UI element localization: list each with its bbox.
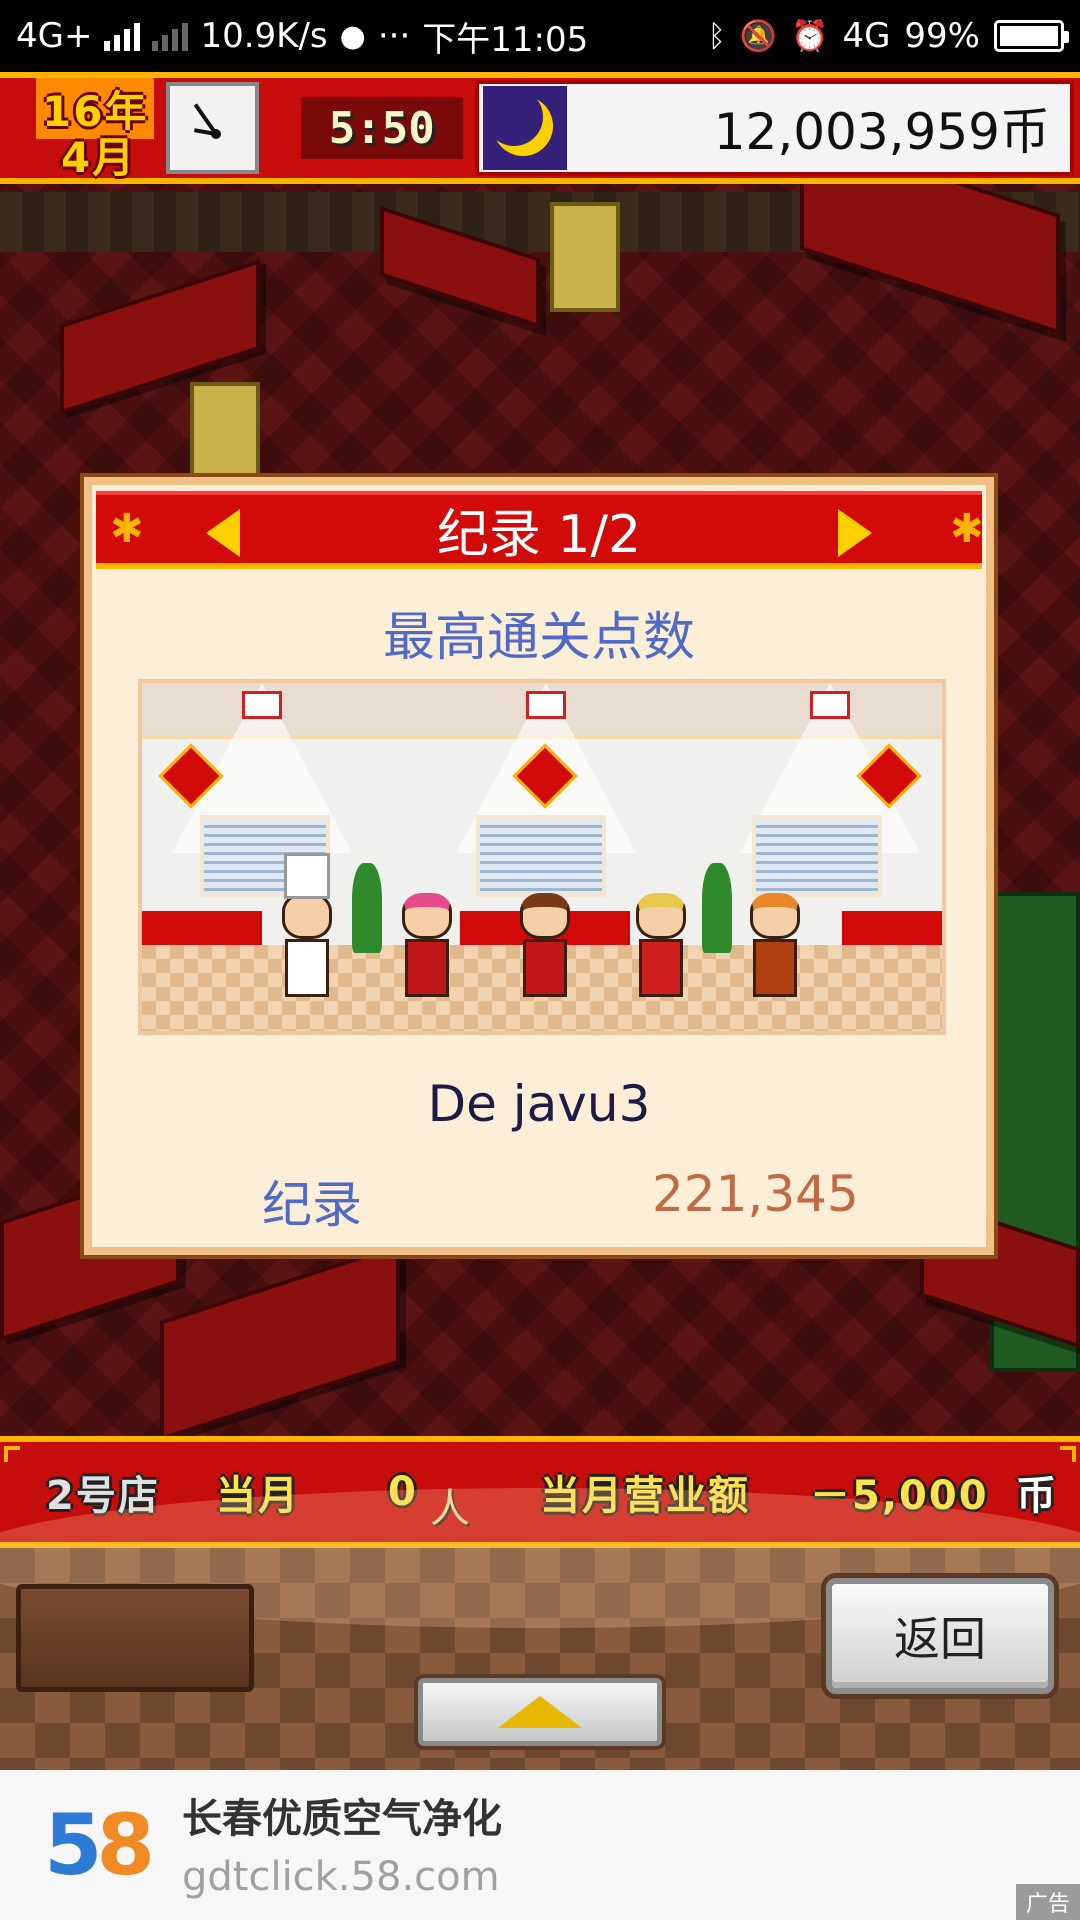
- player-name: De javu3: [427, 1075, 651, 1133]
- empty-slot: [16, 1584, 254, 1692]
- status-time: 下午11:05: [422, 19, 589, 60]
- back-button[interactable]: 返回: [826, 1578, 1054, 1694]
- battery-percent: 99%: [904, 16, 980, 56]
- chinese-knot-icon: ✱: [110, 506, 144, 552]
- signal-icon: [104, 21, 141, 51]
- game-time-box: 5:50: [300, 97, 463, 159]
- month-unit: 月: [92, 133, 137, 182]
- ad-banner[interactable]: 58 长春优质空气净化 gdtclick.58.com 广告: [0, 1770, 1080, 1920]
- scene-statue: [550, 202, 620, 312]
- network-type-2: 4G: [842, 16, 891, 56]
- up-arrow-icon: [498, 1696, 582, 1728]
- month-value: 4: [61, 133, 93, 182]
- alarm-icon: ⏰: [791, 18, 829, 54]
- battery-icon: [994, 20, 1069, 52]
- money-display: 12,003,959币: [474, 80, 1074, 176]
- records-dialog: ✱ 纪录 1/2 ✱ 最高通关点数 De javu3 纪录 221,345: [84, 477, 994, 1255]
- bluetooth-icon: ᛒ: [707, 18, 726, 54]
- coin-unit: 币: [1016, 1473, 1058, 1519]
- dialog-header: ✱ 纪录 1/2 ✱: [96, 491, 984, 569]
- clock-icon: [166, 82, 259, 174]
- wechat-icon: ●: [339, 18, 366, 54]
- record-value: 221,345: [652, 1165, 859, 1223]
- moon-icon: [482, 86, 567, 170]
- prev-page-arrow-icon[interactable]: [206, 509, 240, 557]
- record-category: 最高通关点数: [382, 608, 695, 668]
- record-label: 纪录: [262, 1176, 362, 1234]
- record-scene-image: [138, 679, 946, 1035]
- status-bar: 4G+ 10.9K/s ● ··· 下午11:05 ᛒ 🔕 ⏰ 4G 99%: [0, 0, 1080, 72]
- staff-character: [520, 893, 570, 1013]
- network-speed: 10.9K/s: [200, 16, 328, 56]
- signal-2-icon: [152, 21, 189, 51]
- top-hud: 16年 4月 5:50 12,003,959币: [0, 72, 1080, 184]
- money-value: 12,003,959币: [713, 103, 1050, 161]
- ad-url[interactable]: gdtclick.58.com: [182, 1854, 500, 1900]
- staff-character: [636, 893, 686, 1013]
- network-type: 4G+: [16, 16, 93, 56]
- scene-table: [160, 1243, 400, 1440]
- staff-character: [750, 893, 800, 1013]
- chinese-knot-icon: ✱: [950, 506, 984, 552]
- chef-character: [282, 853, 332, 1013]
- staff-character: [402, 893, 452, 1013]
- ad-title[interactable]: 长春优质空气净化: [182, 1786, 502, 1844]
- mute-icon: 🔕: [739, 18, 778, 54]
- more-notifications-icon: ···: [377, 16, 411, 56]
- dialog-title: 纪录 1/2: [436, 504, 642, 565]
- 58-logo-icon: 58: [44, 1796, 155, 1894]
- next-page-arrow-icon[interactable]: [838, 509, 872, 557]
- scene-statue: [190, 382, 260, 482]
- expand-menu-button[interactable]: [418, 1678, 662, 1746]
- ad-tag: 广告: [1015, 1884, 1080, 1920]
- game-time: 5:50: [328, 102, 435, 154]
- control-panel: 返回: [0, 1488, 1080, 1770]
- date-display: 16年 4月: [6, 78, 160, 182]
